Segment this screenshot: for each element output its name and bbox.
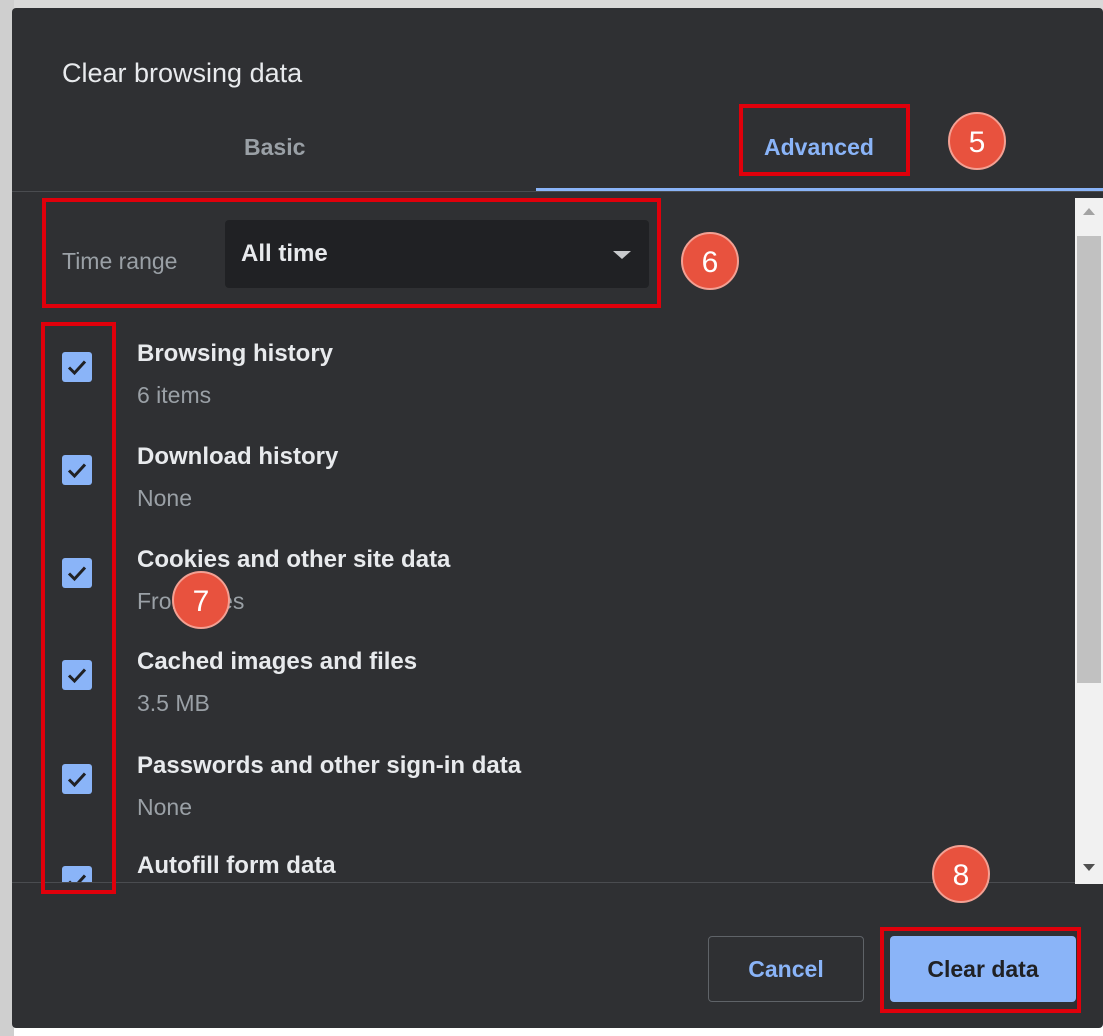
cancel-button[interactable]: Cancel: [708, 936, 864, 1002]
option-cached-images: Cached images and files 3.5 MB: [12, 648, 1075, 748]
option-title: Browsing history: [137, 340, 334, 367]
option-title: Download history: [137, 443, 339, 470]
option-autofill: Autofill form data: [12, 852, 1075, 882]
vertical-scrollbar[interactable]: [1075, 198, 1103, 884]
option-subtitle: None: [137, 485, 192, 511]
tab-advanced-indicator: [536, 188, 1103, 191]
option-title: Cookies and other site data: [137, 546, 451, 573]
annotation-badge-8: 8: [932, 845, 990, 903]
option-subtitle: None: [137, 794, 192, 820]
option-passwords: Passwords and other sign-in data None: [12, 752, 1075, 852]
annotation-highlight-time-range: [42, 198, 661, 308]
annotation-badge-6: 6: [681, 232, 739, 290]
scroll-up-arrow-icon[interactable]: [1083, 208, 1095, 215]
annotation-highlight-checkboxes: [41, 322, 116, 894]
annotation-badge-5: 5: [948, 112, 1006, 170]
tab-basic[interactable]: Basic: [244, 134, 305, 161]
annotation-badge-7: 7: [172, 571, 230, 629]
option-download-history: Download history None: [12, 443, 1075, 543]
annotation-highlight-clear-data: [880, 927, 1081, 1013]
scroll-down-arrow-icon[interactable]: [1083, 864, 1095, 871]
option-subtitle: 6 items: [137, 382, 212, 408]
footer-divider: [12, 882, 1075, 883]
option-title: Autofill form data: [137, 852, 336, 879]
option-browsing-history: Browsing history 6 items: [12, 340, 1075, 440]
scrollbar-thumb[interactable]: [1077, 236, 1101, 683]
option-subtitle: 3.5 MB: [137, 690, 210, 716]
option-title: Passwords and other sign-in data: [137, 752, 522, 779]
dialog-title: Clear browsing data: [62, 58, 303, 88]
option-title: Cached images and files: [137, 648, 418, 675]
annotation-highlight-advanced: [739, 104, 910, 176]
